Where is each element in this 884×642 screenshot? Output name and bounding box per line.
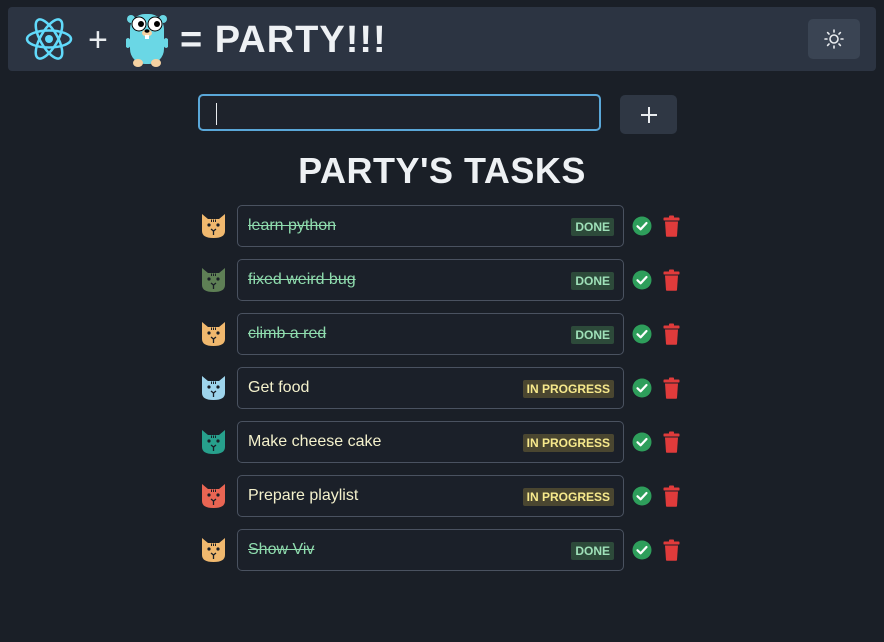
task-item[interactable]: fixed weird bug DONE (237, 259, 624, 301)
plus-sign: + (88, 21, 108, 59)
task-item[interactable]: Get food IN PROGRESS (237, 367, 624, 409)
text-caret (216, 103, 217, 125)
check-icon[interactable] (632, 324, 652, 344)
trash-icon[interactable] (663, 539, 680, 561)
new-task-input[interactable] (198, 94, 601, 131)
gopher-mascot-icon (126, 14, 168, 67)
task-item[interactable]: learn python DONE (237, 205, 624, 247)
trash-icon[interactable] (663, 215, 680, 237)
app-header: + = PARTY!!! (8, 7, 876, 71)
sun-icon (824, 29, 844, 49)
plus-icon (640, 106, 657, 123)
react-logo-icon (25, 18, 73, 60)
check-icon[interactable] (632, 432, 652, 452)
task-item[interactable]: Show Viv DONE (237, 529, 624, 571)
check-icon[interactable] (632, 216, 652, 236)
add-task-button[interactable] (620, 95, 677, 134)
check-icon[interactable] (632, 540, 652, 560)
status-badge: IN PROGRESS (522, 488, 614, 506)
task-label: Get food (248, 379, 310, 396)
trash-icon[interactable] (663, 431, 680, 453)
cat-avatar-icon (202, 268, 225, 292)
cat-avatar-icon (202, 376, 225, 400)
check-icon[interactable] (632, 486, 652, 506)
task-row: Get food IN PROGRESS (0, 367, 884, 409)
trash-icon[interactable] (663, 485, 680, 507)
app-title: = PARTY!!! (180, 19, 387, 61)
task-row: fixed weird bug DONE (0, 259, 884, 301)
trash-icon[interactable] (663, 269, 680, 291)
task-item[interactable]: Prepare playlist IN PROGRESS (237, 475, 624, 517)
task-label: Make cheese cake (248, 433, 382, 450)
task-label: fixed weird bug (248, 271, 356, 288)
cat-avatar-icon (202, 538, 225, 562)
tasks-heading: PARTY'S TASKS (298, 150, 586, 191)
status-badge: DONE (571, 272, 614, 290)
cat-avatar-icon (202, 322, 225, 346)
task-row: Show Viv DONE (0, 529, 884, 571)
task-label: Prepare playlist (248, 487, 359, 504)
task-item[interactable]: Make cheese cake IN PROGRESS (237, 421, 624, 463)
task-row: Prepare playlist IN PROGRESS (0, 475, 884, 517)
task-row: learn python DONE (0, 205, 884, 247)
check-icon[interactable] (632, 378, 652, 398)
trash-icon[interactable] (663, 377, 680, 399)
status-badge: IN PROGRESS (522, 434, 614, 452)
cat-avatar-icon (202, 484, 225, 508)
status-badge: IN PROGRESS (522, 380, 614, 398)
task-label: climb a red (248, 325, 327, 342)
cat-avatar-icon (202, 214, 225, 238)
status-badge: DONE (571, 218, 614, 236)
task-label: learn python (248, 217, 337, 234)
theme-toggle-button[interactable] (808, 19, 860, 59)
task-item[interactable]: climb a red DONE (237, 313, 624, 355)
status-badge: DONE (571, 542, 614, 560)
task-label: Show Viv (248, 541, 315, 558)
trash-icon[interactable] (663, 323, 680, 345)
cat-avatar-icon (202, 430, 225, 454)
task-row: climb a red DONE (0, 313, 884, 355)
status-badge: DONE (571, 326, 614, 344)
check-icon[interactable] (632, 270, 652, 290)
task-row: Make cheese cake IN PROGRESS (0, 421, 884, 463)
